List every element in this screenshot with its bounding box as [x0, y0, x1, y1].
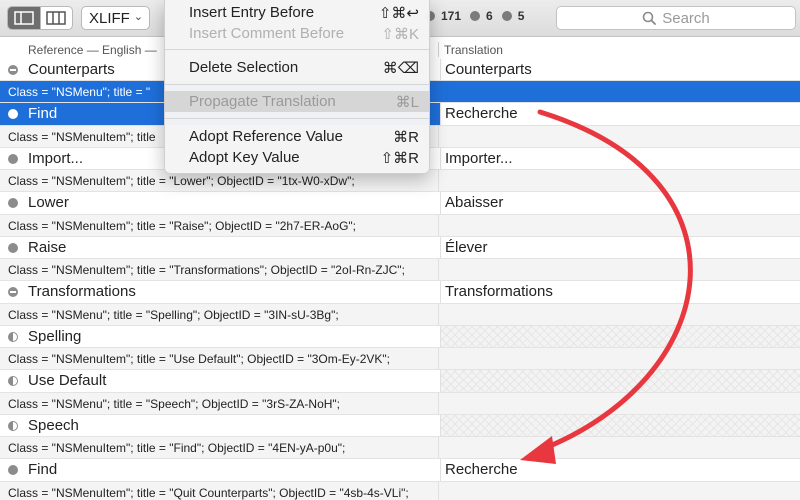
search-placeholder: Search — [662, 9, 710, 27]
reference-cell: Import... — [28, 149, 84, 167]
menu-separator — [165, 84, 429, 85]
reference-cell: Speech — [28, 416, 79, 434]
menu-item-insert-comment-before[interactable]: Insert Comment Before ⇧⌘K — [165, 23, 429, 44]
translation-cell[interactable]: Recherche — [440, 103, 800, 125]
reference-cell: Use Default — [28, 372, 107, 390]
table-row[interactable]: Transformations Transformations — [0, 281, 800, 304]
table-row[interactable]: Lower Abaisser — [0, 192, 800, 215]
table-row-comment[interactable]: Class = "NSMenuItem"; title = "Raise"; O… — [0, 214, 800, 237]
search-input[interactable]: Search — [556, 6, 796, 30]
menu-item-adopt-reference-value[interactable]: Adopt Reference Value ⌘R — [165, 126, 429, 147]
table-row-comment[interactable]: Class = "NSMenuItem"; title = "Use Defau… — [0, 348, 800, 371]
status-counts: 171 6 5 — [425, 9, 533, 23]
single-column-icon — [14, 11, 34, 25]
format-select-value: XLIFF — [89, 9, 130, 27]
status-dot-icon — [470, 11, 481, 21]
status-half-icon — [8, 331, 18, 342]
menu-shortcut: ⇧⌘↩ — [378, 5, 419, 22]
menu-shortcut: ⌘R — [393, 129, 419, 146]
status-minus-icon — [8, 287, 18, 298]
reference-column-header[interactable]: Reference — English — — [28, 43, 157, 57]
table-row-comment[interactable]: Class = "NSMenu"; title = "Speech"; Obje… — [0, 392, 800, 415]
class-comment: Class = "NSMenu"; title = "Spelling"; Ob… — [8, 307, 339, 322]
table-row[interactable]: Spelling — [0, 325, 800, 349]
status-dot-icon — [8, 198, 18, 209]
table-row-comment[interactable]: Class = "NSMenu"; title = "Spelling"; Ob… — [0, 303, 800, 326]
reference-cell: Counterparts — [28, 61, 115, 78]
class-comment: Class = "NSMenu"; title = " — [8, 85, 151, 100]
class-comment: Class = "NSMenuItem"; title = "Lower"; O… — [8, 174, 355, 189]
menu-shortcut: ⌘L — [395, 94, 419, 111]
menu-item-propagate-translation[interactable]: Propagate Translation ⌘L — [165, 91, 429, 112]
translation-column-header[interactable]: Translation — [444, 43, 503, 57]
table-row[interactable]: Use Default — [0, 370, 800, 393]
menu-item-insert-entry-before[interactable]: Insert Entry Before ⇧⌘↩ — [165, 2, 429, 23]
reference-cell: Spelling — [28, 327, 82, 345]
format-select[interactable]: XLIFF ⌄ — [81, 6, 150, 30]
column-divider — [438, 42, 439, 57]
reference-cell: Raise — [28, 238, 67, 256]
translation-cell-empty[interactable] — [440, 325, 800, 348]
status-half-icon — [8, 420, 18, 431]
class-comment: Class = "NSMenuItem"; title = "Use Defau… — [8, 352, 391, 367]
translation-cell[interactable]: Recherche — [440, 459, 800, 481]
reference-cell: Find — [28, 461, 58, 479]
search-icon — [642, 11, 657, 25]
menu-shortcut: ⌘⌫ — [382, 60, 419, 77]
class-comment: Class = "NSMenuItem"; title = "Raise"; O… — [8, 218, 357, 233]
status-dot-icon — [8, 242, 18, 253]
count-new: 5 — [501, 9, 524, 23]
menu-item-delete-selection[interactable]: Delete Selection ⌘⌫ — [165, 57, 429, 78]
menu-item-adopt-key-value[interactable]: Adopt Key Value ⇧⌘R — [165, 147, 429, 168]
translation-cell[interactable]: Transformations — [440, 281, 800, 303]
chevron-down-icon: ⌄ — [133, 11, 143, 23]
reference-cell: Find — [28, 105, 58, 123]
table-row-comment[interactable]: Class = "NSMenuItem"; title = "Quit Coun… — [0, 481, 800, 500]
translation-cell-empty[interactable] — [440, 414, 800, 437]
translation-cell-empty[interactable] — [440, 370, 800, 392]
status-dot-icon — [501, 11, 512, 21]
table-row-comment[interactable]: Class = "NSMenuItem"; title = "Find"; Ob… — [0, 437, 800, 460]
status-dot-icon — [8, 465, 18, 476]
reference-cell: Lower — [28, 194, 69, 212]
menu-shortcut: ⇧⌘R — [380, 150, 419, 167]
reference-cell: Transformations — [28, 283, 136, 301]
count-modified: 6 — [470, 9, 493, 23]
menu-separator — [165, 118, 429, 119]
translation-cell[interactable]: Counterparts — [440, 59, 800, 81]
table-row[interactable]: Find Recherche — [0, 459, 800, 482]
table-row[interactable]: Raise Élever — [0, 236, 800, 260]
two-column-view-button[interactable] — [39, 7, 73, 29]
view-mode-segmented-control[interactable] — [7, 6, 73, 30]
status-dot-icon — [8, 109, 18, 120]
translation-cell[interactable]: Élever — [440, 236, 800, 259]
class-comment: Class = "NSMenuItem"; title — [8, 129, 156, 144]
class-comment: Class = "NSMenuItem"; title = "Find"; Ob… — [8, 441, 346, 456]
count-untranslated: 171 — [425, 9, 461, 23]
status-half-icon — [8, 376, 18, 387]
table-row-comment[interactable]: Class = "NSMenuItem"; title = "Transform… — [0, 259, 800, 282]
translation-cell[interactable]: Abaisser — [440, 192, 800, 214]
single-column-view-button[interactable] — [8, 7, 40, 29]
two-column-icon — [46, 11, 66, 25]
menu-separator — [165, 49, 429, 50]
context-menu: Insert Entry Before ⇧⌘↩ Insert Comment B… — [164, 0, 430, 174]
menu-shortcut: ⇧⌘K — [381, 26, 419, 43]
translation-cell[interactable]: Importer... — [440, 147, 800, 170]
status-dot-icon — [8, 153, 18, 164]
class-comment: Class = "NSMenu"; title = "Speech"; Obje… — [8, 396, 341, 411]
class-comment: Class = "NSMenuItem"; title = "Transform… — [8, 263, 405, 278]
table-row[interactable]: Speech — [0, 414, 800, 438]
status-minus-icon — [8, 65, 18, 75]
class-comment: Class = "NSMenuItem"; title = "Quit Coun… — [8, 485, 409, 500]
